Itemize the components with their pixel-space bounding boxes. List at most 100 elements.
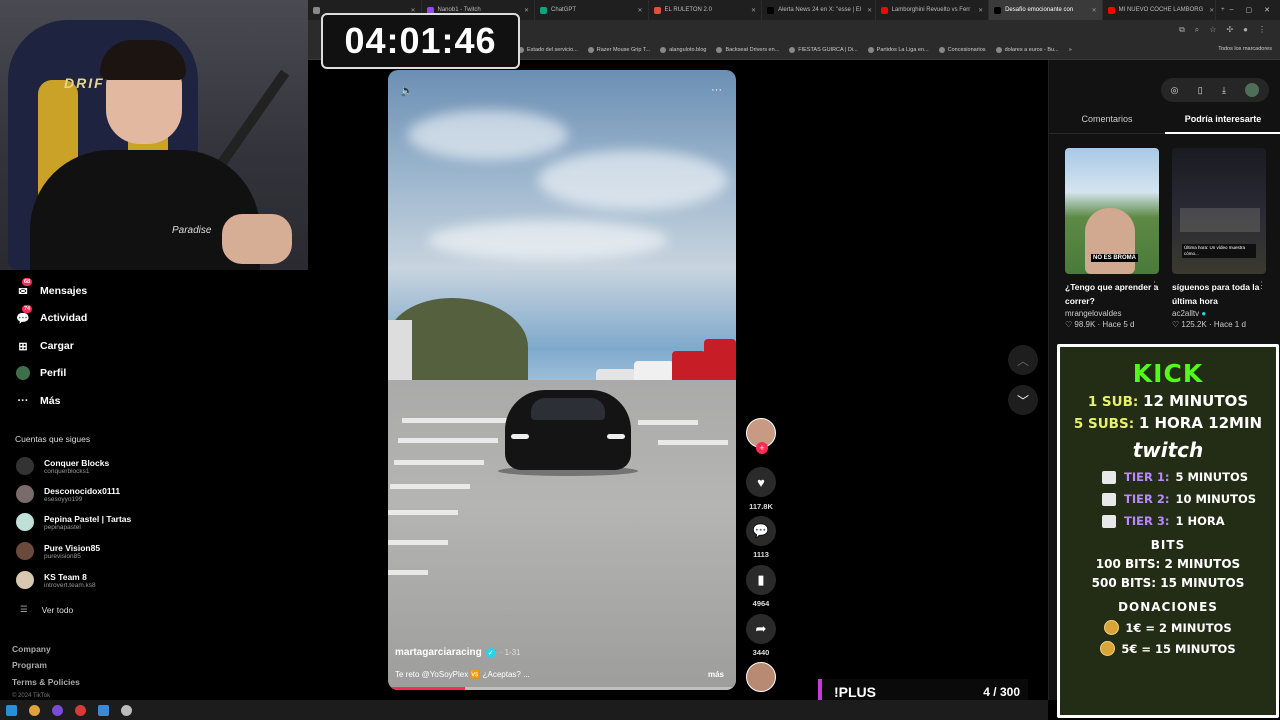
followed-account[interactable]: Desconocidox0111 esesoyyo199 xyxy=(16,485,120,503)
app-icon[interactable] xyxy=(52,704,63,716)
zoom-icon[interactable]: ⌕ xyxy=(1195,25,1199,35)
account-name: Desconocidox0111 xyxy=(44,485,121,496)
menu-icon[interactable]: ⋮ xyxy=(1258,25,1266,35)
tab-comentarios[interactable]: Comentarios xyxy=(1049,114,1165,134)
browser-tab[interactable]: Alerta News 24 en X: "esse | El ✕ xyxy=(762,0,876,20)
bookmark-item[interactable]: Backseat Drivers en... xyxy=(716,46,779,53)
close-tab-icon[interactable]: ✕ xyxy=(632,7,643,14)
browser-tab[interactable]: EL RULETON 2.0 ✕ xyxy=(649,0,763,20)
caption-more-button[interactable]: más xyxy=(708,670,724,679)
sidebar-item-cargar[interactable]: ⊞ Cargar xyxy=(16,339,73,353)
follow-plus-icon[interactable]: + xyxy=(756,442,768,454)
video-author[interactable]: martagarciaracing ✓ · 1-31 xyxy=(395,647,521,658)
webcam-feed: DRIFT Paradise xyxy=(0,0,308,270)
like-button[interactable]: ♥ xyxy=(746,467,776,497)
video-player[interactable]: 🔈 ··· martagarciaracing ✓ · 1-31 Te reto… xyxy=(388,70,736,690)
volume-icon[interactable]: 🔈 xyxy=(400,84,414,97)
translate-icon[interactable]: ⧉ xyxy=(1179,25,1185,35)
windows-start-icon[interactable] xyxy=(6,704,17,716)
video-date: · 1-31 xyxy=(499,648,521,657)
sidebar-item-mensajes[interactable]: ✉ 68 Mensajes xyxy=(16,278,87,298)
followed-account[interactable]: Pepina Pastel | Tartas pepinapastel xyxy=(16,513,131,531)
close-tab-icon[interactable]: ✕ xyxy=(1203,7,1214,14)
video-progress[interactable] xyxy=(388,687,736,690)
followed-account[interactable]: Conquer Blocks conquerblocks1 xyxy=(16,457,109,475)
tab-label: MI NUEVO COCHE LAMBORG xyxy=(1118,7,1204,13)
browser-tab[interactable]: MI NUEVO COCHE LAMBORG ✕ xyxy=(1103,0,1217,20)
list-icon: ☰ xyxy=(20,604,28,614)
user-avatar-icon[interactable] xyxy=(1245,83,1260,97)
bookmark-item[interactable]: dolares a euros - Bu... xyxy=(995,46,1059,53)
app-icon[interactable] xyxy=(121,704,132,716)
comment-button[interactable]: 💬 xyxy=(746,516,776,546)
more-options-icon[interactable]: ··· xyxy=(711,84,722,96)
account-handle: purevision85 xyxy=(44,552,81,560)
sidebar-item-perfil[interactable]: Perfil xyxy=(16,366,66,380)
copyright: © 2024 TikTok xyxy=(12,693,51,699)
tab-favicon-icon xyxy=(994,6,1002,14)
bookmark-item[interactable]: Partidos La Liga en... xyxy=(867,46,929,53)
new-tab-button[interactable]: + xyxy=(1216,0,1229,20)
download-icon[interactable]: ⤓ xyxy=(1222,85,1226,96)
close-tab-icon[interactable]: ✕ xyxy=(861,7,872,14)
bookmark-item[interactable]: Razer Mouse Grip T... xyxy=(587,46,650,53)
bookmark-item[interactable]: FIESTAS GUIRCA | Di... xyxy=(789,46,858,53)
account-name: Pure Vision85 xyxy=(44,542,101,553)
profile-icon[interactable]: ● xyxy=(1243,25,1248,35)
sidebar-item-mas[interactable]: ··· Más xyxy=(16,394,61,408)
tab-podria-interesarte[interactable]: Podría interesarte xyxy=(1165,114,1280,134)
bookmark-item[interactable]: alanguloto.blog xyxy=(660,46,706,53)
bookmark-label: dolares a euros - Bu... xyxy=(1004,46,1059,53)
account-handle: esesoyyo199 xyxy=(44,495,83,503)
sound-disc-avatar[interactable] xyxy=(746,662,776,692)
close-tab-icon[interactable]: ✕ xyxy=(518,7,529,14)
explore-icon[interactable]: ◎ xyxy=(1171,85,1179,96)
more-icon[interactable]: ⋮ xyxy=(1257,280,1266,291)
window-controls: – ▢ ✕ xyxy=(1230,6,1280,14)
next-video-button[interactable]: ﹀ xyxy=(1008,385,1038,415)
account-name: Pepina Pastel | Tartas xyxy=(44,513,132,524)
followed-account[interactable]: KS Team 8 introvert.team.ks8 xyxy=(16,571,96,589)
sidebar-item-actividad[interactable]: 💬 74 Actividad xyxy=(16,305,88,325)
previous-video-button[interactable]: ︿ xyxy=(1008,345,1038,375)
profile-avatar-icon xyxy=(16,366,30,380)
close-tab-icon[interactable]: ✕ xyxy=(1086,7,1097,14)
sidebar-item-label: Actividad xyxy=(40,312,88,324)
app-icon[interactable] xyxy=(98,704,109,716)
save-count: 4964 xyxy=(752,599,770,608)
panel-tabs: Comentarios Podría interesarte xyxy=(1049,114,1280,134)
twitch-tier: TIER 1: 5 MINUTOS xyxy=(1060,470,1276,484)
close-tab-icon[interactable]: ✕ xyxy=(745,7,756,14)
followed-account[interactable]: Pure Vision85 purevision85 xyxy=(16,542,100,560)
minimize-icon[interactable]: – xyxy=(1230,6,1234,14)
app-icon[interactable] xyxy=(75,704,86,716)
plus-label: !PLUS xyxy=(834,683,876,700)
phone-icon[interactable]: ▯ xyxy=(1198,85,1203,96)
save-button[interactable]: ▮ xyxy=(746,565,776,595)
footer-terms[interactable]: Terms & Policies xyxy=(12,677,80,687)
sidebar-item-label: Perfil xyxy=(40,367,67,379)
extensions-icon[interactable]: ✣ xyxy=(1226,25,1233,35)
more-icon[interactable]: ⋮ xyxy=(1150,280,1159,291)
heart-icon: ♥ xyxy=(757,474,765,490)
maximize-icon[interactable]: ▢ xyxy=(1246,6,1253,14)
account-name: KS Team 8 xyxy=(44,571,87,582)
browser-tab[interactable]: Lamborghini Revuelto vs Ferr ✕ xyxy=(876,0,990,20)
browser-tab[interactable]: Desafío emocionante con ✕ xyxy=(989,0,1103,20)
bookmark-item[interactable]: Estado del servicio... xyxy=(518,46,578,53)
recommended-video[interactable]: Última hora: Un vídeo muestra cómo... sí… xyxy=(1172,148,1266,329)
bookmarks-more-button[interactable]: » xyxy=(1069,47,1072,53)
close-tab-icon[interactable]: ✕ xyxy=(972,7,983,14)
bookmark-item[interactable]: Concesionarios xyxy=(938,46,986,53)
footer-company[interactable]: Company xyxy=(12,644,51,654)
all-bookmarks[interactable]: Todos los marcadores xyxy=(1218,46,1272,52)
close-icon[interactable]: ✕ xyxy=(1264,6,1270,14)
creator-avatar[interactable]: + xyxy=(746,418,776,454)
share-button[interactable]: ➦ xyxy=(746,614,776,644)
recommended-video[interactable]: NO ES BROMA ¿Tengo que aprender a correr… xyxy=(1065,148,1159,329)
see-all-link[interactable]: ☰ Ver todo xyxy=(20,604,73,615)
footer-program[interactable]: Program xyxy=(12,660,47,670)
star-icon[interactable]: ☆ xyxy=(1209,25,1216,35)
chrome-icon[interactable] xyxy=(29,704,40,716)
browser-tab[interactable]: ChatGPT ✕ xyxy=(535,0,649,20)
